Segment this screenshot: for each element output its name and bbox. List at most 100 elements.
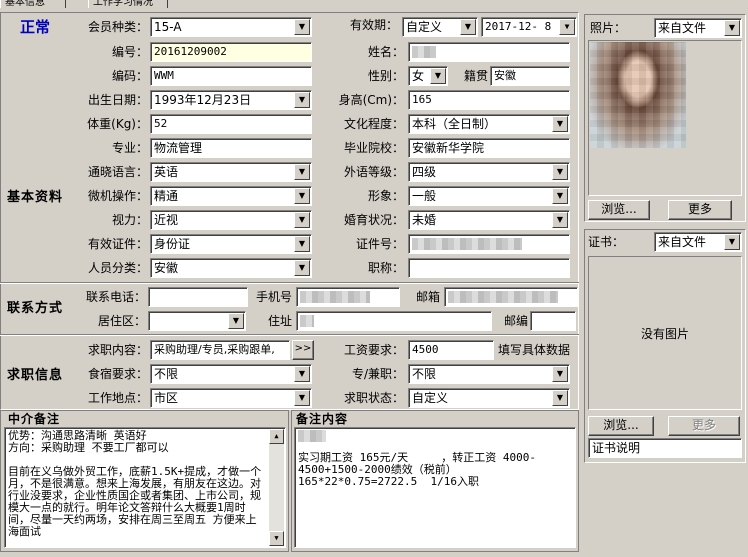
scrollbar[interactable]: ▲ ▼ xyxy=(269,429,284,546)
scroll-down-icon[interactable]: ▼ xyxy=(269,531,284,546)
phone-input[interactable] xyxy=(148,287,248,307)
code-input[interactable]: WWM xyxy=(150,66,312,86)
chevron-down-icon[interactable]: ▼ xyxy=(294,188,310,204)
cert-label: 证书： xyxy=(588,235,625,249)
chevron-down-icon[interactable]: ▼ xyxy=(552,212,568,228)
native-label: 籍贯 xyxy=(463,69,488,83)
job-status-label: 求职状态： xyxy=(343,391,404,405)
chevron-down-icon[interactable]: ▼ xyxy=(294,19,310,35)
foreign-level-select[interactable]: 四级 ▼ xyxy=(408,162,570,182)
valid-period-select[interactable]: 自定义 ▼ xyxy=(402,17,478,37)
job-content-label: 求职内容： xyxy=(87,343,148,357)
chevron-down-icon[interactable]: ▼ xyxy=(724,234,740,250)
housing-value: 不限 xyxy=(154,367,179,381)
language-select[interactable]: 英语 ▼ xyxy=(150,162,312,182)
id-type-value: 身份证 xyxy=(154,237,191,251)
foreign-level-value: 四级 xyxy=(412,165,437,179)
chevron-down-icon[interactable]: ▼ xyxy=(294,164,310,180)
chevron-down-icon[interactable]: ▼ xyxy=(552,390,568,406)
scroll-up-icon[interactable]: ▲ xyxy=(269,429,284,444)
major-input[interactable]: 物流管理 xyxy=(150,138,312,158)
postcode-input[interactable] xyxy=(530,311,576,331)
remarks-textarea[interactable]: 实习期工资 165元/天 ，转正工资 4000-4500+1500-2000绩效… xyxy=(294,427,576,548)
marital-value: 未婚 xyxy=(412,213,437,227)
birth-value: 1993年12月23日 xyxy=(154,93,252,107)
vision-value: 近视 xyxy=(154,213,179,227)
chevron-down-icon[interactable]: ▼ xyxy=(228,313,244,329)
chevron-down-icon[interactable]: ▼ xyxy=(460,19,476,35)
section-contact: 联系方式 xyxy=(6,301,63,316)
vision-select[interactable]: 近视 ▼ xyxy=(150,210,312,230)
chevron-down-icon[interactable]: ▼ xyxy=(552,366,568,382)
chevron-down-icon[interactable]: ▼ xyxy=(552,188,568,204)
member-type-select[interactable]: 15-A ▼ xyxy=(150,17,312,37)
job-content-more-button[interactable]: >> xyxy=(292,340,314,360)
salary-input[interactable]: 4500 xyxy=(408,340,494,360)
chevron-down-icon[interactable]: ▼ xyxy=(294,212,310,228)
cert-source-select[interactable]: 来自文件 ▼ xyxy=(654,232,742,252)
chevron-down-icon[interactable]: ▼ xyxy=(552,164,568,180)
appearance-select[interactable]: 一般 ▼ xyxy=(408,186,570,206)
agent-notes-textarea[interactable]: 优势：沟通思路清晰 英语好 方向：采购助理 不要工厂都可以 目前在义乌做外贸工作… xyxy=(4,427,286,548)
email-input[interactable] xyxy=(444,287,578,307)
address-input[interactable] xyxy=(296,311,492,331)
title-input[interactable] xyxy=(408,258,570,278)
tab-basic-info[interactable]: 基本信息 xyxy=(0,0,66,8)
photo-browse-button[interactable]: 浏览... xyxy=(588,200,650,220)
agent-notes-title: 中介备注 xyxy=(8,412,61,426)
chevron-down-icon[interactable]: ▼ xyxy=(294,390,310,406)
address-label: 住址 xyxy=(267,314,292,328)
photo-source-select[interactable]: 来自文件 ▼ xyxy=(654,18,742,38)
marital-select[interactable]: 未婚 ▼ xyxy=(408,210,570,230)
chevron-down-icon[interactable]: ▼ xyxy=(430,68,446,84)
photo-more-button[interactable]: 更多 xyxy=(668,200,732,220)
district-select[interactable]: ▼ xyxy=(148,311,246,331)
cert-description-input[interactable]: 证书说明 xyxy=(588,438,742,458)
chevron-down-icon[interactable]: ▼ xyxy=(294,260,310,276)
major-label: 专业： xyxy=(111,141,148,155)
chevron-down-icon[interactable]: ▼ xyxy=(294,236,310,252)
person-type-select[interactable]: 安徽 ▼ xyxy=(150,258,312,278)
workplace-select[interactable]: 市区 ▼ xyxy=(150,388,312,408)
id-type-select[interactable]: 身份证 ▼ xyxy=(150,234,312,254)
chevron-down-icon[interactable]: ▼ xyxy=(552,116,568,132)
cert-browse-button[interactable]: 浏览... xyxy=(588,416,654,436)
chevron-down-icon[interactable]: ▼ xyxy=(294,92,310,108)
valid-date-picker[interactable]: 2017-12- 8 ▼ xyxy=(481,17,577,37)
mobile-input[interactable] xyxy=(296,287,400,307)
job-content-input[interactable]: 采购助理/专员,采购跟单, xyxy=(150,340,290,360)
fulltime-select[interactable]: 不限 ▼ xyxy=(408,364,570,384)
housing-select[interactable]: 不限 ▼ xyxy=(150,364,312,384)
redacted-text xyxy=(300,315,314,327)
weight-input[interactable]: 52 xyxy=(150,114,312,134)
remarks-title: 备注内容 xyxy=(296,412,349,426)
education-select[interactable]: 本科（全日制） ▼ xyxy=(408,114,570,134)
number-input[interactable]: 20161209002 xyxy=(150,42,312,62)
chevron-down-icon[interactable]: ▼ xyxy=(724,20,740,36)
chevron-down-icon[interactable]: ▼ xyxy=(559,19,575,35)
computer-label: 微机操作： xyxy=(87,189,148,203)
tab-label: 基本信息 xyxy=(5,0,45,8)
id-number-input[interactable] xyxy=(408,234,570,254)
chevron-down-icon[interactable]: ▼ xyxy=(294,366,310,382)
member-type-value: 15-A xyxy=(154,20,182,34)
height-input[interactable]: 165 xyxy=(408,90,570,110)
weight-label: 体重(Kg)： xyxy=(87,117,148,131)
name-input[interactable] xyxy=(408,42,570,62)
birth-label: 出生日期： xyxy=(87,93,148,107)
cert-more-button[interactable]: 更多 xyxy=(668,416,740,436)
section-basic-info: 基本资料 xyxy=(6,190,63,205)
school-input[interactable]: 安徽新华学院 xyxy=(408,138,570,158)
computer-select[interactable]: 精通 ▼ xyxy=(150,186,312,206)
salary-label: 工资要求： xyxy=(343,343,404,357)
birth-date-picker[interactable]: 1993年12月23日 ▼ xyxy=(150,90,312,110)
agent-notes-text: 优势：沟通思路清晰 英语好 方向：采购助理 不要工厂都可以 目前在义乌做外贸工作… xyxy=(8,429,262,538)
marital-label: 婚育状况： xyxy=(343,213,404,227)
appearance-label: 形象： xyxy=(367,189,404,203)
job-status-select[interactable]: 自定义 ▼ xyxy=(408,388,570,408)
gender-select[interactable]: 女 ▼ xyxy=(408,66,448,86)
mobile-label: 手机号 xyxy=(255,290,292,304)
tab-work-study[interactable]: 工作学习情况 xyxy=(88,0,168,8)
native-input[interactable]: 安徽 xyxy=(490,66,570,86)
no-image-text: 没有图片 xyxy=(640,327,689,341)
